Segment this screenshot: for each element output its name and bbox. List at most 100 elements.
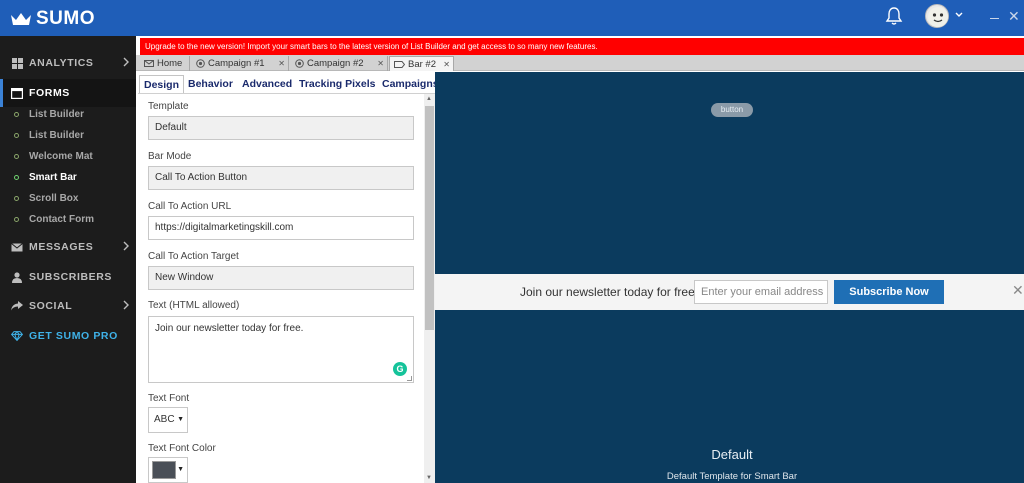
smart-bar-text: Join our newsletter today for free. (520, 285, 699, 299)
tab-label: Bar #2 (408, 58, 436, 70)
bullet-icon (14, 216, 19, 222)
chevron-down-icon[interactable] (955, 12, 963, 18)
sumo-logo[interactable]: SUMO (10, 8, 95, 30)
sidebar-label-social: SOCIAL (29, 300, 73, 312)
bullet-icon (14, 153, 19, 159)
bullet-icon (14, 132, 19, 138)
cta-target-field[interactable]: New Window (148, 266, 414, 290)
tab-label: Home (157, 58, 183, 69)
sidebar-sub-label: List Builder (29, 108, 85, 120)
sidebar-sub-label: Contact Form (29, 213, 94, 225)
sidebar-sub-label: Scroll Box (29, 192, 79, 204)
sidebar-item-list-builder[interactable]: List Builder (14, 104, 84, 124)
sidebar-item-messages[interactable]: MESSAGES (0, 233, 136, 261)
crown-icon (11, 13, 31, 25)
sidebar-sub-label: Welcome Mat (29, 150, 93, 162)
text-font-select[interactable]: ABC ▼ (148, 407, 188, 433)
sidebar-label-forms: FORMS (29, 87, 70, 99)
preview-area: button Join our newsletter today for fre… (435, 72, 1024, 483)
tab-bar-2[interactable]: Bar #2 ✕ (389, 56, 454, 71)
diamond-icon (11, 330, 23, 342)
envelope-icon (11, 241, 23, 253)
sidebar-label-subscribers: SUBSCRIBERS (29, 271, 113, 283)
top-bar: SUMO ✕ (0, 0, 1024, 36)
sidebar-item-analytics[interactable]: ANALYTICS (0, 49, 136, 77)
close-tab-icon[interactable]: ✕ (278, 59, 285, 68)
dropdown-arrow-icon: ▼ (177, 466, 184, 473)
dropdown-arrow-icon: ▼ (177, 416, 184, 423)
sidebar-item-get-sumo-pro[interactable]: GET SUMO PRO (0, 322, 136, 350)
close-window-icon[interactable]: ✕ (1008, 9, 1020, 23)
target-icon (295, 59, 304, 68)
sidebar-item-social[interactable]: SOCIAL (0, 292, 136, 320)
bullet-icon (14, 174, 19, 180)
sidebar-item-scroll-box[interactable]: Scroll Box (14, 188, 78, 208)
app-name: SUMO (36, 8, 95, 29)
tab-campaigns[interactable]: Campaigns (382, 75, 439, 94)
cta-url-field[interactable]: https://digitalmarketingskill.com (148, 216, 414, 240)
user-icon (11, 271, 23, 283)
tab-behavior[interactable]: Behavior (188, 75, 233, 94)
tab-campaign-2[interactable]: Campaign #2 ✕ (291, 56, 388, 71)
bullet-icon (14, 111, 19, 117)
preview-button[interactable]: button (711, 103, 753, 117)
sidebar-item-forms[interactable]: FORMS (0, 79, 136, 107)
template-name: Default (711, 447, 753, 462)
close-icon[interactable]: ✕ (1012, 283, 1024, 297)
sidebar-label-get-sumo-pro: GET SUMO PRO (29, 330, 118, 342)
email-input[interactable]: Enter your email address (694, 280, 828, 304)
tab-advanced[interactable]: Advanced (242, 75, 292, 94)
sidebar-item-subscribers[interactable]: SUBSCRIBERS (0, 263, 136, 291)
scroll-up-icon[interactable]: ▲ (426, 96, 432, 102)
minimize-icon[interactable] (990, 18, 999, 19)
tab-tracking-pixels[interactable]: Tracking Pixels (299, 75, 375, 94)
sidebar-label-analytics: ANALYTICS (29, 57, 94, 69)
chevron-right-icon (123, 300, 129, 310)
upgrade-banner[interactable]: Upgrade to the new version! Import your … (140, 38, 1024, 55)
scrollbar-thumb[interactable] (425, 106, 434, 330)
sidebar-sub-label: Smart Bar (29, 171, 77, 183)
sidebar-sub-label: List Builder (29, 129, 85, 141)
document-tabs: Home Campaign #1 ✕ Campaign #2 ✕ Bar #2 … (136, 55, 1024, 71)
text-font-label: Text Font (148, 393, 190, 404)
scroll-down-icon[interactable]: ▼ (426, 475, 432, 481)
envelope-icon (144, 60, 154, 67)
template-field[interactable]: Default (148, 116, 414, 140)
grid-icon (11, 57, 23, 69)
tab-home[interactable]: Home (140, 56, 190, 71)
target-icon (196, 59, 205, 68)
bell-icon[interactable] (885, 6, 903, 26)
close-tab-icon[interactable]: ✕ (377, 59, 384, 68)
template-label: Template (148, 101, 189, 112)
chevron-right-icon (123, 57, 129, 67)
text-font-color-picker[interactable]: ▼ (148, 457, 188, 483)
tab-label: Campaign #1 (208, 58, 265, 69)
sidebar-label-messages: MESSAGES (29, 241, 94, 253)
text-html-label: Text (HTML allowed) (148, 300, 240, 311)
grammarly-icon[interactable]: G (393, 362, 407, 376)
bullet-icon (14, 195, 19, 201)
chevron-right-icon (123, 241, 129, 251)
text-html-value: Join our newsletter today for free. (155, 323, 304, 334)
color-swatch (152, 461, 176, 479)
sidebar-item-welcome-mat[interactable]: Welcome Mat (14, 146, 93, 166)
tab-design[interactable]: Design (139, 75, 185, 94)
tab-label: Campaign #2 (307, 58, 364, 69)
smart-bar-preview: Join our newsletter today for free. Ente… (435, 274, 1024, 310)
sidebar-item-smart-bar[interactable]: Smart Bar (14, 167, 77, 187)
tabs-divider (138, 93, 435, 94)
user-avatar-icon[interactable] (925, 4, 949, 28)
text-html-field[interactable]: Join our newsletter today for free. G (148, 316, 414, 383)
bar-mode-field[interactable]: Call To Action Button (148, 166, 414, 190)
tab-campaign-1[interactable]: Campaign #1 ✕ (192, 56, 289, 71)
sidebar-item-contact-form[interactable]: Contact Form (14, 209, 94, 229)
tag-icon (394, 60, 405, 68)
subscribe-button[interactable]: Subscribe Now (834, 280, 944, 304)
cta-target-label: Call To Action Target (148, 251, 239, 262)
close-tab-icon[interactable]: ✕ (443, 60, 450, 69)
cta-url-label: Call To Action URL (148, 201, 232, 212)
sidebar-item-list-builder-2[interactable]: List Builder (14, 125, 84, 145)
resize-handle-icon[interactable] (407, 376, 412, 381)
settings-panel: Design Behavior Advanced Tracking Pixels… (138, 72, 439, 483)
panel-scrollbar[interactable]: ▲ ▼ (424, 94, 435, 483)
